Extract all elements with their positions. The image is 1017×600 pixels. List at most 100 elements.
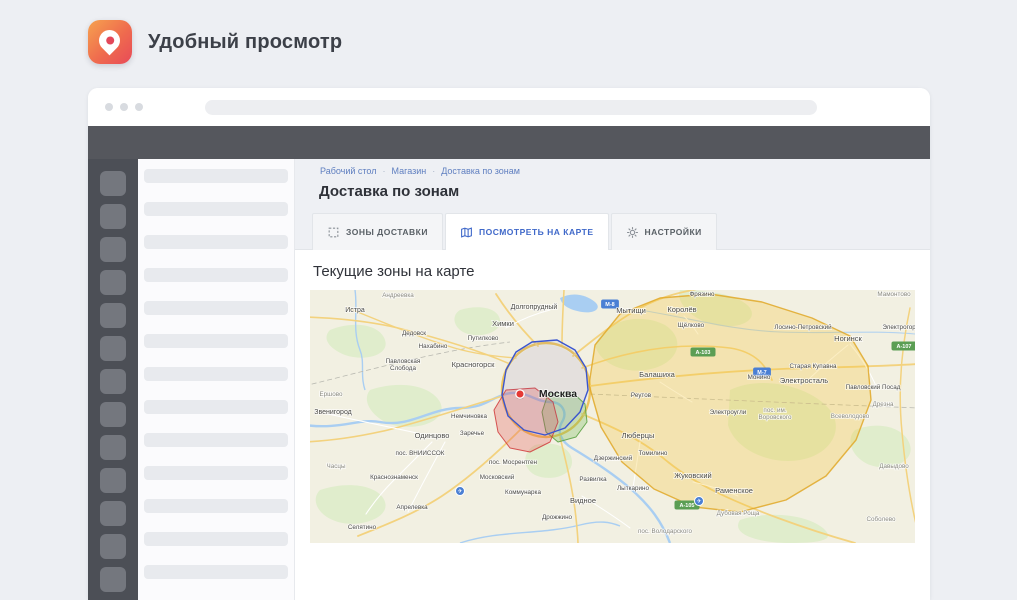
road-badge: А-107 (892, 342, 916, 351)
menu-item-placeholder (144, 499, 288, 513)
map-label: Дрожжино (542, 514, 573, 521)
sidebar-icon-placeholder[interactable] (100, 336, 126, 361)
page-header: Удобный просмотр (88, 20, 342, 64)
breadcrumb-separator: · (383, 166, 386, 176)
map-label: Фрязино (689, 291, 715, 298)
breadcrumb-item[interactable]: Доставка по зонам (441, 166, 520, 176)
map-label: Щёлково (678, 322, 705, 329)
svg-text:А-105: А-105 (680, 503, 695, 509)
tab-delivery-zones[interactable]: ЗОНЫ ДОСТАВКИ (312, 213, 443, 250)
map-label: Часцы (327, 463, 346, 470)
map-label: Соболево (867, 515, 896, 523)
tab-view-on-map[interactable]: ПОСМОТРЕТЬ НА КАРТЕ (445, 213, 609, 250)
tab-label: ПОСМОТРЕТЬ НА КАРТЕ (479, 227, 594, 237)
map-label: Путилково (468, 335, 499, 342)
map-label: Электросталь (780, 376, 828, 385)
app-logo (88, 20, 132, 64)
map-label: Московский (480, 473, 515, 481)
sidebar-icon-placeholder[interactable] (100, 435, 126, 460)
menu-item-placeholder (144, 235, 288, 249)
map-label: Монино (748, 374, 771, 381)
sidebar-icon-placeholder[interactable] (100, 270, 126, 295)
map-label: Электроугли (710, 409, 747, 416)
tab-settings[interactable]: НАСТРОЙКИ (611, 213, 717, 250)
map-label: Дзержинский (594, 454, 633, 462)
map-label: Москва (539, 388, 577, 400)
map-label: Мамонтово (877, 291, 911, 298)
map-label: Долгопрудный (511, 303, 558, 311)
breadcrumb-item[interactable]: Магазин (392, 166, 427, 176)
map-label: Коммунарка (505, 489, 541, 496)
map-label: Жуковский (674, 471, 711, 480)
svg-text:А-107: А-107 (897, 344, 912, 350)
menu-item-placeholder (144, 202, 288, 216)
zones-icon (327, 226, 340, 239)
map-label: пос. Мосрентген (489, 459, 538, 466)
map-pin-icon (95, 26, 125, 56)
window-controls (105, 103, 143, 111)
map-canvas[interactable]: М-8А-103М-7А-107А-105 ✈✈ МоскваХимкиДолг… (310, 290, 915, 543)
browser-window: Рабочий стол·Магазин·Доставка по зонам Д… (88, 88, 930, 600)
map-label: Андреевка (382, 292, 414, 299)
map-label: Дедовск (402, 330, 426, 337)
sidebar-icon-placeholder[interactable] (100, 567, 126, 592)
sidebar-icon-placeholder[interactable] (100, 402, 126, 427)
app-title: Удобный просмотр (148, 31, 342, 54)
svg-text:✈: ✈ (696, 498, 701, 505)
sidebar-icon-placeholder[interactable] (100, 369, 126, 394)
zhukovsky-airport-icon: ✈ (695, 497, 704, 506)
map-label: Дубовая Роща (717, 509, 760, 517)
map-label: пос. ВНИИССОК (396, 450, 445, 457)
menu-item-placeholder (144, 532, 288, 546)
window-dot (135, 103, 143, 111)
map-label: Развилка (579, 476, 607, 483)
menu-item-placeholder (144, 433, 288, 447)
map-label: Лосино-Петровский (774, 323, 832, 331)
panel-heading: Текущие зоны на карте (295, 250, 930, 290)
delivery-point-marker[interactable] (516, 390, 524, 399)
breadcrumb-separator: · (432, 166, 435, 176)
main-content: Рабочий стол·Магазин·Доставка по зонам Д… (295, 159, 930, 600)
map-label: Заречье (460, 430, 485, 437)
sidebar-icon-placeholder[interactable] (100, 468, 126, 493)
map-label: Ершово (319, 391, 343, 398)
map-label: Томилино (639, 450, 668, 457)
svg-text:А-103: А-103 (696, 350, 711, 356)
map-label: Истра (345, 307, 365, 314)
sidebar-icon-placeholder[interactable] (100, 303, 126, 328)
map-label: Красногорск (452, 360, 495, 369)
tab-label: ЗОНЫ ДОСТАВКИ (346, 227, 428, 237)
map-label: Немчиновка (451, 413, 487, 420)
menu-item-placeholder (144, 466, 288, 480)
sidebar-icon-placeholder[interactable] (100, 204, 126, 229)
map-label: Апрелевка (396, 504, 428, 511)
map-label: Ногинск (834, 334, 862, 343)
address-bar[interactable] (205, 100, 817, 115)
map-label: Электрогорск (882, 324, 915, 331)
map-label: ПавловскаяСлобода (386, 358, 421, 372)
map-label: Давыдово (879, 463, 909, 470)
map-label: Мытищи (616, 306, 646, 315)
map-label: Нахабино (419, 342, 448, 350)
map-label: Всеволодово (831, 413, 870, 420)
menu-item-placeholder (144, 268, 288, 282)
road-badge: А-103 (691, 348, 716, 357)
sidebar-icon-placeholder[interactable] (100, 237, 126, 262)
map-label: Старая Купавна (789, 363, 837, 370)
page-title: Доставка по зонам (295, 176, 930, 200)
svg-text:✈: ✈ (457, 488, 462, 495)
vnukovo-airport-icon: ✈ (456, 487, 465, 496)
gear-icon (626, 226, 639, 239)
sidebar-icon-placeholder[interactable] (100, 171, 126, 196)
breadcrumb-item[interactable]: Рабочий стол (320, 166, 377, 176)
sidebar-icon-placeholder[interactable] (100, 501, 126, 526)
sidebar-icon-placeholder[interactable] (100, 534, 126, 559)
map-label: пос. Володарского (638, 528, 693, 535)
map-container[interactable]: М-8А-103М-7А-107А-105 ✈✈ МоскваХимкиДолг… (310, 290, 915, 543)
map-label: Дрезна (873, 401, 894, 408)
map-label: Селятино (348, 524, 377, 531)
map-marker-layer (516, 390, 524, 399)
breadcrumb: Рабочий стол · Магазин · Доставка по зонам (295, 159, 930, 176)
menu-item-placeholder (144, 565, 288, 579)
svg-text:М-8: М-8 (605, 302, 614, 308)
